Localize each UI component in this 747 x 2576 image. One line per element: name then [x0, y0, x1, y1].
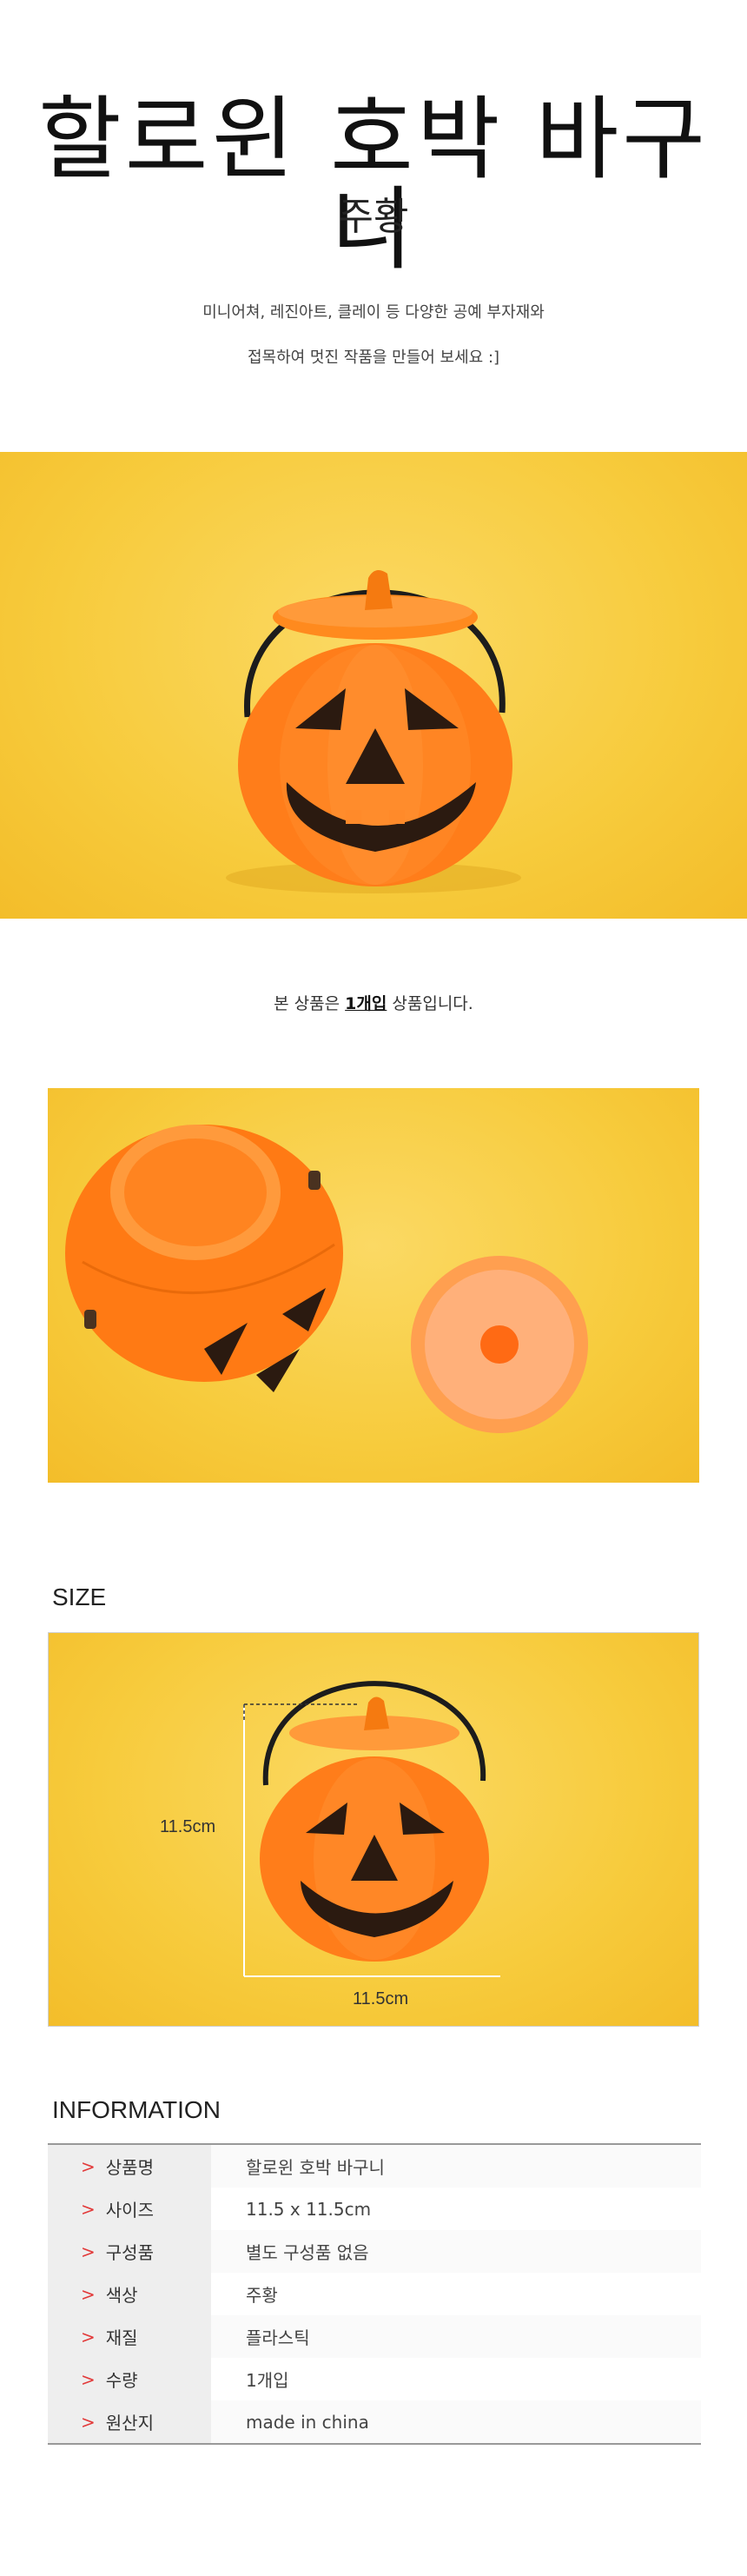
info-key-label: 원산지 [105, 2413, 154, 2433]
hero-product-photo [0, 452, 747, 919]
page-title: 할로윈 호박 바구니 [38, 86, 709, 282]
info-value: 1개입 [211, 2358, 701, 2400]
width-dimension-label: 11.5cm [353, 1989, 409, 2008]
info-row-quantity: > 수량 1개입 [48, 2358, 701, 2400]
arrow-icon: > [81, 2241, 96, 2262]
info-key-cell: > 원산지 [48, 2400, 211, 2443]
info-value: 11.5 x 11.5cm [211, 2188, 701, 2230]
arrow-icon: > [81, 2283, 96, 2305]
info-value: 할로윈 호박 바구니 [211, 2145, 701, 2188]
info-row-size: > 사이즈 11.5 x 11.5cm [48, 2188, 701, 2230]
info-key-label: 재질 [105, 2327, 138, 2348]
size-heading: SIZE [52, 1583, 107, 1610]
note-prefix: 본 상품은 [274, 994, 346, 1013]
height-dimension-label: 11.5cm [160, 1817, 216, 1836]
info-row-components: > 구성품 별도 구성품 없음 [48, 2230, 701, 2273]
arrow-icon: > [81, 2326, 96, 2347]
info-row-product-name: > 상품명 할로윈 호박 바구니 [48, 2145, 701, 2188]
info-value: 별도 구성품 없음 [211, 2230, 701, 2273]
quantity-note: 본 상품은 1개입 상품입니다. [0, 991, 747, 1014]
info-key-cell: > 재질 [48, 2315, 211, 2358]
info-row-color: > 색상 주황 [48, 2273, 701, 2315]
product-info-table: > 상품명 할로윈 호박 바구니 > 사이즈 11.5 x 11.5cm > 구성품 … [48, 2143, 701, 2445]
note-highlight: 1개입 [345, 994, 387, 1013]
info-key-label: 사이즈 [105, 2200, 154, 2221]
info-row-origin: > 원산지 made in china [48, 2400, 701, 2443]
info-key-cell: > 사이즈 [48, 2188, 211, 2230]
pumpkin-and-lid-image [65, 1125, 588, 1433]
info-key-cell: > 상품명 [48, 2145, 211, 2188]
note-suffix: 상품입니다. [387, 994, 473, 1013]
info-key-label: 색상 [105, 2285, 138, 2306]
info-key-cell: > 색상 [48, 2273, 211, 2315]
description-line-1: 미니어쳐, 레진아트, 클레이 등 다양한 공예 부자재와 [202, 303, 545, 322]
info-key-cell: > 구성품 [48, 2230, 211, 2273]
detail-product-photo [48, 1088, 699, 1483]
description-line-2: 접목하여 멋진 작품을 만들어 보세요 :] [247, 349, 500, 367]
info-value: made in china [211, 2400, 701, 2443]
info-row-material: > 재질 플라스틱 [48, 2315, 701, 2358]
info-key-cell: > 수량 [48, 2358, 211, 2400]
color-subtitle: 주황 [338, 195, 409, 239]
arrow-icon: > [81, 2411, 96, 2433]
information-heading: INFORMATION [52, 2096, 221, 2123]
info-value: 주황 [211, 2273, 701, 2315]
pumpkin-basket-image [226, 570, 521, 893]
pumpkin-size-image [243, 1681, 500, 1977]
info-key-label: 수량 [105, 2370, 138, 2391]
arrow-icon: > [81, 2155, 96, 2177]
arrow-icon: > [81, 2198, 96, 2220]
info-key-label: 상품명 [105, 2157, 154, 2178]
arrow-icon: > [81, 2368, 96, 2390]
size-diagram: 11.5cm 11.5cm [48, 1632, 699, 2027]
info-value: 플라스틱 [211, 2315, 701, 2358]
info-key-label: 구성품 [105, 2242, 154, 2263]
